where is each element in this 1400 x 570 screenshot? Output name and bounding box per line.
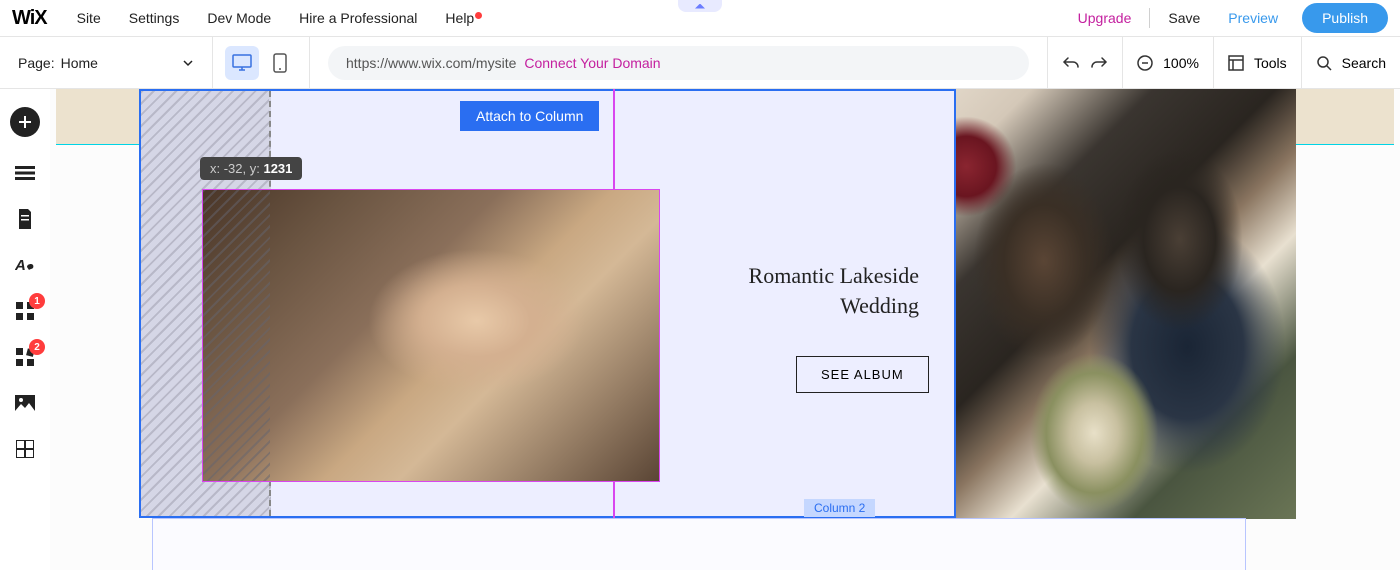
connect-domain-link[interactable]: Connect Your Domain (524, 55, 660, 71)
left-sidebar: A 1 2 (0, 89, 50, 570)
tools-icon (1228, 55, 1244, 71)
grid-icon (16, 440, 34, 458)
desktop-view-button[interactable] (225, 46, 259, 80)
url-section: https://www.wix.com/mysite Connect Your … (310, 37, 1047, 88)
device-switcher (213, 37, 310, 88)
chevron-down-icon (182, 57, 194, 69)
site-url: https://www.wix.com/mysite (346, 55, 516, 71)
redo-icon[interactable] (1090, 55, 1108, 71)
page-prefix: Page: (18, 55, 55, 71)
search-section[interactable]: Search (1301, 37, 1400, 88)
menu-hire[interactable]: Hire a Professional (285, 10, 431, 26)
tools-section[interactable]: Tools (1213, 37, 1301, 88)
top-menu-left: WiX Site Settings Dev Mode Hire a Profes… (12, 7, 488, 30)
wix-logo[interactable]: WiX (12, 7, 47, 30)
right-tools: 100% Tools Search (1047, 37, 1400, 88)
url-bar[interactable]: https://www.wix.com/mysite Connect Your … (328, 46, 1029, 80)
divider (1149, 8, 1150, 28)
notification-dot-icon (475, 12, 482, 19)
sections-icon (15, 166, 35, 180)
position-tooltip: x: -32, y: 1231 (200, 157, 302, 180)
save-button[interactable]: Save (1154, 10, 1214, 26)
page-strip: Romantic Lakeside Wedding SEE ALBUM Colu… (56, 89, 1394, 519)
desktop-icon (232, 54, 252, 72)
publish-button[interactable]: Publish (1302, 3, 1388, 33)
upgrade-link[interactable]: Upgrade (1064, 10, 1146, 26)
menu-site[interactable]: Site (63, 10, 115, 26)
app-market-button[interactable]: 1 (15, 301, 35, 321)
next-section-placeholder[interactable] (152, 518, 1246, 570)
collapse-handle[interactable] (678, 0, 722, 12)
section-heading[interactable]: Romantic Lakeside Wedding (709, 261, 919, 320)
menu-settings[interactable]: Settings (115, 10, 194, 26)
media-button[interactable] (15, 393, 35, 413)
mobile-icon (273, 53, 287, 73)
column-label: Column 2 (804, 499, 875, 517)
mobile-view-button[interactable] (263, 46, 297, 80)
theme-button[interactable]: A (15, 255, 35, 275)
plus-icon (17, 114, 33, 130)
svg-text:A: A (15, 257, 26, 274)
zoom-out-icon (1137, 55, 1153, 71)
search-label: Search (1342, 55, 1386, 71)
undo-redo-section (1047, 37, 1122, 88)
preview-button[interactable]: Preview (1214, 10, 1292, 26)
zoom-section[interactable]: 100% (1122, 37, 1213, 88)
search-icon (1316, 55, 1332, 71)
tools-label: Tools (1254, 55, 1287, 71)
overflow-hatch-area (203, 190, 270, 481)
attach-to-column-button[interactable]: Attach to Column (460, 101, 599, 131)
menu-help-label: Help (445, 10, 474, 26)
menu-devmode[interactable]: Dev Mode (193, 10, 285, 26)
add-element-button[interactable] (10, 107, 40, 137)
editor-canvas[interactable]: Romantic Lakeside Wedding SEE ALBUM Colu… (50, 89, 1400, 570)
sections-button[interactable] (15, 163, 35, 183)
page-icon (17, 209, 33, 229)
my-business-button[interactable]: 2 (15, 347, 35, 367)
see-album-button[interactable]: SEE ALBUM (796, 356, 929, 393)
menu-help[interactable]: Help (431, 10, 488, 26)
undo-icon[interactable] (1062, 55, 1080, 71)
pages-button[interactable] (15, 209, 35, 229)
dragging-image-element[interactable] (202, 189, 660, 482)
coords-value: 1231 (263, 161, 292, 176)
zoom-level: 100% (1163, 55, 1199, 71)
theme-icon: A (15, 255, 35, 275)
editor-toolbar: Page: Home https://www.wix.com/mysite Co… (0, 37, 1400, 89)
wedding-couple-image[interactable] (908, 89, 1296, 519)
media-icon (15, 395, 35, 411)
badge-count: 2 (29, 339, 45, 355)
badge-count: 1 (29, 293, 45, 309)
page-selector[interactable]: Page: Home (18, 37, 213, 88)
top-menu-right: Upgrade Save Preview Publish (1064, 3, 1388, 33)
page-name: Home (61, 55, 98, 71)
coords-prefix: x: -32, y: (210, 161, 263, 176)
content-manager-button[interactable] (15, 439, 35, 459)
